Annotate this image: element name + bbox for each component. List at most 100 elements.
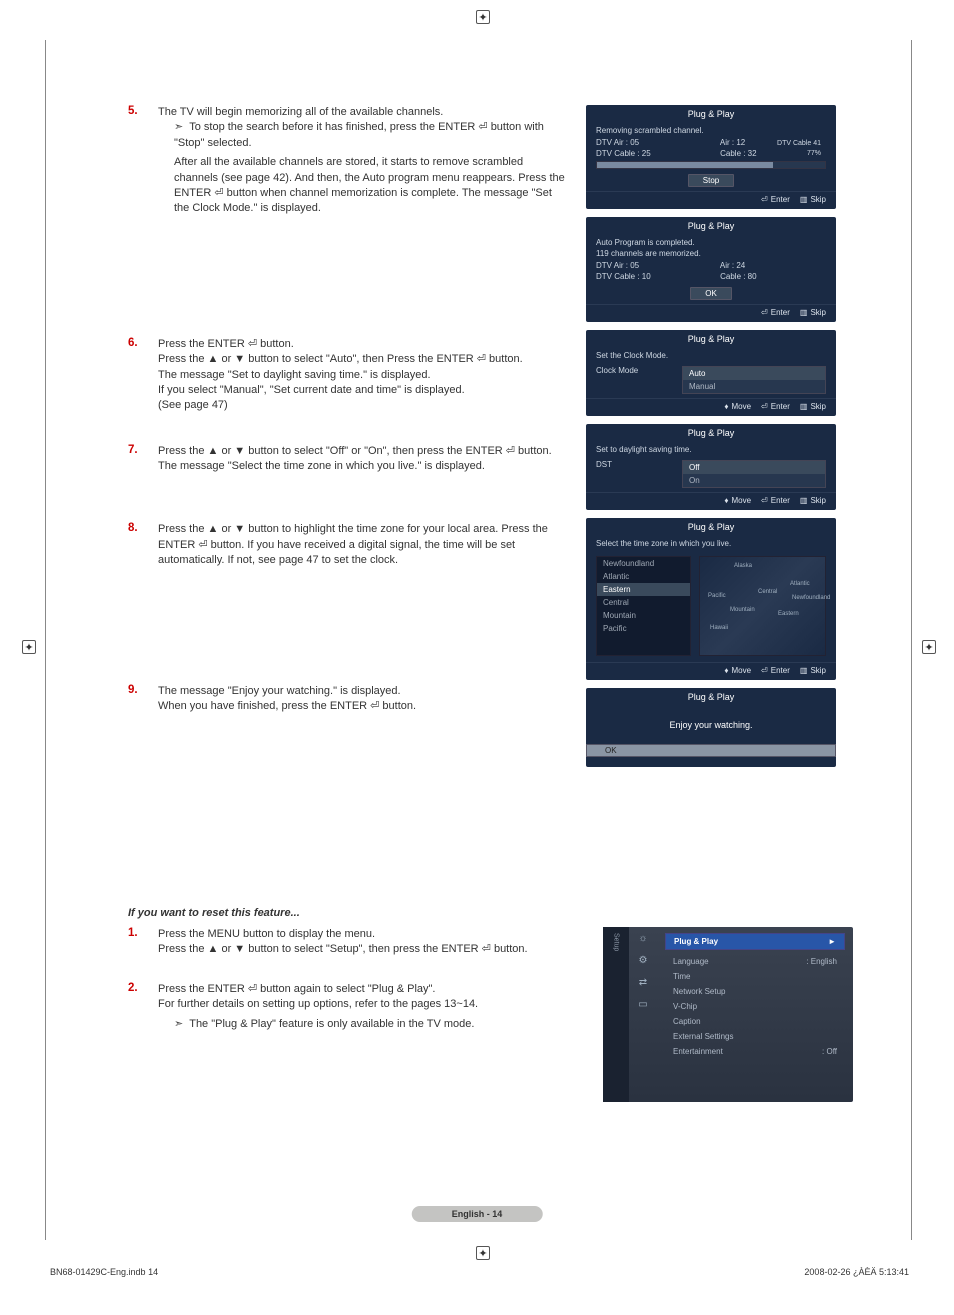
osd-line: Cable : 80 — [720, 272, 756, 281]
step-5-line1: The TV will begin memorizing all of the … — [158, 105, 568, 120]
reset-step-1: 1. Press the MENU button to display the … — [128, 927, 559, 958]
tz-option[interactable]: Pacific — [597, 622, 690, 635]
map-label: Hawaii — [710, 625, 728, 631]
step-9-line1: The message "Enjoy your watching." is di… — [158, 684, 416, 699]
step-5-after: After all the available channels are sto… — [174, 155, 568, 217]
move-hint: ♦ Move — [724, 666, 751, 675]
setup-item-vchip[interactable]: V-Chip — [665, 999, 845, 1014]
clock-mode-label: Clock Mode — [596, 366, 676, 394]
option-auto[interactable]: Auto — [683, 367, 825, 380]
progress-cable-label: DTV Cable 41 — [777, 140, 821, 147]
step-7-text: Press the ▲ or ▼ button to select "Off" … — [158, 444, 568, 475]
osd-line: DTV Air : 05 — [596, 261, 639, 270]
osd-subtitle: Removing scrambled channel. — [586, 123, 836, 137]
setup-side-label: Setup — [613, 933, 620, 951]
setup-item-language[interactable]: Language: English — [665, 954, 845, 969]
osd-dtvcable: DTV Cable : 25 — [596, 149, 651, 158]
tz-option-selected[interactable]: Eastern — [597, 583, 690, 596]
tz-option[interactable]: Atlantic — [597, 570, 690, 583]
move-hint: ♦ Move — [724, 402, 751, 411]
reg-mark-left: ✦ — [22, 640, 36, 654]
step-6-line4: If you select "Manual", "Set current dat… — [158, 383, 523, 398]
setup-item-time[interactable]: Time — [665, 969, 845, 984]
enter-hint: ⏎ Enter — [761, 308, 790, 317]
osd-enjoy: Plug & Play Enjoy your watching. OK — [586, 688, 836, 767]
skip-hint: ▥ Skip — [800, 195, 826, 204]
reg-mark-right: ✦ — [922, 640, 936, 654]
step-number: 7. — [128, 444, 144, 475]
reset-1-line1: Press the MENU button to display the men… — [158, 927, 528, 942]
osd-line: DTV Cable : 10 — [596, 272, 651, 281]
osd-subtitle: Set to daylight saving time. — [586, 442, 836, 456]
map-label: Newfoundland — [792, 595, 830, 601]
map-label: Atlantic — [790, 581, 810, 587]
reg-mark-top: ✦ — [476, 10, 490, 24]
option-off[interactable]: Off — [683, 461, 825, 474]
osd-scanning: Plug & Play Removing scrambled channel. … — [586, 105, 836, 209]
osd-title: Plug & Play — [586, 424, 836, 442]
skip-hint: ▥ Skip — [800, 666, 826, 675]
step-9: 9. The message "Enjoy your watching." is… — [128, 684, 568, 715]
osd-title: Plug & Play — [586, 518, 836, 536]
tz-option[interactable]: Mountain — [597, 609, 690, 622]
network-icon: ⇄ — [636, 977, 650, 989]
step-number: 9. — [128, 684, 144, 715]
setup-item-plug-and-play[interactable]: Plug & Play ► — [665, 933, 845, 950]
ok-button[interactable]: OK — [690, 287, 732, 300]
step-number: 5. — [128, 105, 144, 217]
step-number: 1. — [128, 927, 144, 958]
option-manual[interactable]: Manual — [683, 380, 825, 393]
reset-2-bullet: The "Plug & Play" feature is only availa… — [174, 1017, 478, 1032]
option-on[interactable]: On — [683, 474, 825, 487]
setup-highlight-label: Plug & Play — [674, 937, 718, 946]
doc-footer-left: BN68-01429C-Eng.indb 14 — [50, 1267, 158, 1277]
enter-hint: ⏎ Enter — [761, 666, 790, 675]
skip-hint: ▥ Skip — [800, 496, 826, 505]
setup-menu: Setup ☼ ⚙ ⇄ ▭ Plug & Play ► Language: En… — [603, 927, 853, 1102]
chevron-right-icon: ► — [828, 937, 836, 946]
osd-cable: Cable : 32 — [720, 149, 756, 158]
crop-line-left — [45, 40, 46, 1240]
setup-icon-column: ☼ ⚙ ⇄ ▭ — [629, 927, 657, 1102]
clock-mode-select[interactable]: Auto Manual — [682, 366, 826, 394]
map-label: Eastern — [778, 611, 799, 617]
map-label: Alaska — [734, 563, 752, 569]
step-6-line3: The message "Set to daylight saving time… — [158, 368, 523, 383]
osd-title: Plug & Play — [586, 105, 836, 123]
enter-hint: ⏎ Enter — [761, 496, 790, 505]
osd-line: Air : 24 — [720, 261, 745, 270]
osd-air: Air : 12 — [720, 138, 745, 147]
setup-item-external[interactable]: External Settings — [665, 1029, 845, 1044]
step-number: 6. — [128, 337, 144, 414]
setup-item-caption[interactable]: Caption — [665, 1014, 845, 1029]
timezone-list[interactable]: Newfoundland Atlantic Eastern Central Mo… — [596, 556, 691, 656]
setup-item-network[interactable]: Network Setup — [665, 984, 845, 999]
tz-option[interactable]: Central — [597, 596, 690, 609]
dst-label: DST — [596, 460, 676, 488]
tz-option[interactable]: Newfoundland — [597, 557, 690, 570]
reg-mark-bottom: ✦ — [476, 1246, 490, 1260]
step-5: 5. The TV will begin memorizing all of t… — [128, 105, 568, 217]
enjoy-message: Enjoy your watching. — [586, 706, 836, 744]
input-icon: ▭ — [636, 999, 650, 1011]
step-8: 8. Press the ▲ or ▼ button to highlight … — [128, 522, 568, 568]
map-label: Central — [758, 589, 777, 595]
osd-title: Plug & Play — [586, 330, 836, 348]
crop-line-right — [911, 40, 912, 1240]
page-number: English - 14 — [412, 1206, 543, 1222]
step-number: 2. — [128, 982, 144, 1032]
enter-hint: ⏎ Enter — [761, 195, 790, 204]
skip-hint: ▥ Skip — [800, 308, 826, 317]
reset-heading: If you want to reset this feature... — [128, 907, 853, 919]
step-number: 8. — [128, 522, 144, 568]
progress-bar: DTV Cable 41 77% — [596, 161, 826, 169]
ok-button[interactable]: OK — [586, 744, 836, 757]
stop-button[interactable]: Stop — [688, 174, 734, 187]
skip-hint: ▥ Skip — [800, 402, 826, 411]
step-5-bullet: To stop the search before it has finishe… — [174, 120, 568, 151]
setup-item-entertainment[interactable]: Entertainment: Off — [665, 1044, 845, 1059]
dst-select[interactable]: Off On — [682, 460, 826, 488]
doc-footer-right: 2008-02-26 ¿ÀÈÄ 5:13:41 — [804, 1267, 909, 1277]
step-9-line2: When you have finished, press the ENTER … — [158, 699, 416, 714]
timezone-map: Alaska Pacific Mountain Central Hawaii E… — [699, 556, 826, 656]
